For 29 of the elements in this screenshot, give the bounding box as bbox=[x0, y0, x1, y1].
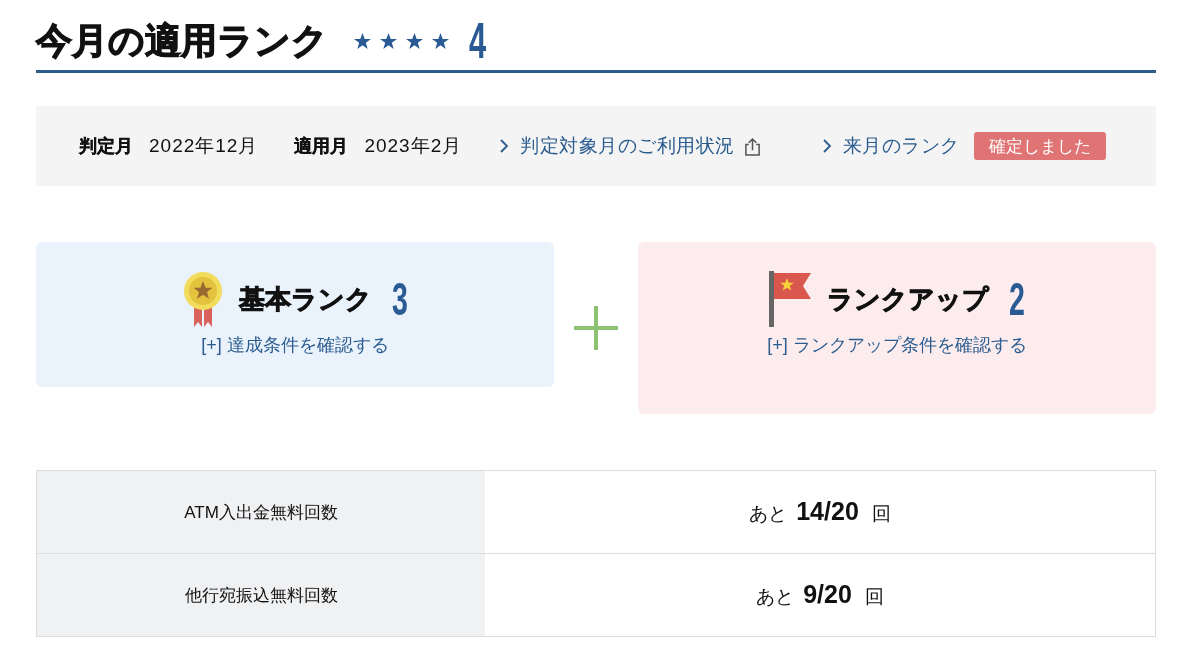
field-value: 2023年2月 bbox=[364, 134, 463, 158]
field-value: 2022年12月 bbox=[149, 134, 259, 158]
star-icon bbox=[354, 33, 371, 49]
field-label: 適用月 bbox=[294, 135, 349, 158]
plus-icon bbox=[574, 306, 618, 350]
share-icon bbox=[743, 136, 761, 156]
medal-icon bbox=[182, 271, 223, 327]
conditions-link[interactable]: [+] ランクアップ条件を確認する bbox=[767, 333, 1027, 357]
table-cell: 他行宛振込無料回数 bbox=[37, 554, 485, 636]
summary-link[interactable]: 判定対象月のご利用状況 bbox=[499, 133, 761, 159]
rank-number: 4 bbox=[469, 16, 487, 66]
chevron-icon bbox=[499, 138, 510, 154]
rank-number: 2 bbox=[1009, 276, 1025, 322]
remaining-count: あと 9/20 回 bbox=[755, 580, 885, 610]
status-badge: 確定しました bbox=[973, 132, 1106, 160]
star-icon bbox=[380, 33, 397, 49]
star-icon bbox=[432, 33, 449, 49]
chevron-icon bbox=[821, 138, 832, 154]
star-icon bbox=[406, 33, 423, 49]
page-title: 今月の適用ランク bbox=[36, 19, 328, 63]
flag-icon bbox=[769, 271, 812, 327]
summary-link[interactable]: 来月のランク bbox=[821, 133, 960, 159]
rank-number: 3 bbox=[391, 276, 408, 322]
field-label: 判定月 bbox=[79, 135, 133, 158]
conditions-link[interactable]: [+] 達成条件を確認する bbox=[201, 333, 389, 357]
rank-title: ランクアップ bbox=[827, 282, 990, 316]
table-cell: ATM入出金無料回数 bbox=[37, 471, 485, 553]
remaining-count: あと 14/20 回 bbox=[748, 497, 892, 527]
rank-title: 基本ランク bbox=[238, 282, 372, 316]
